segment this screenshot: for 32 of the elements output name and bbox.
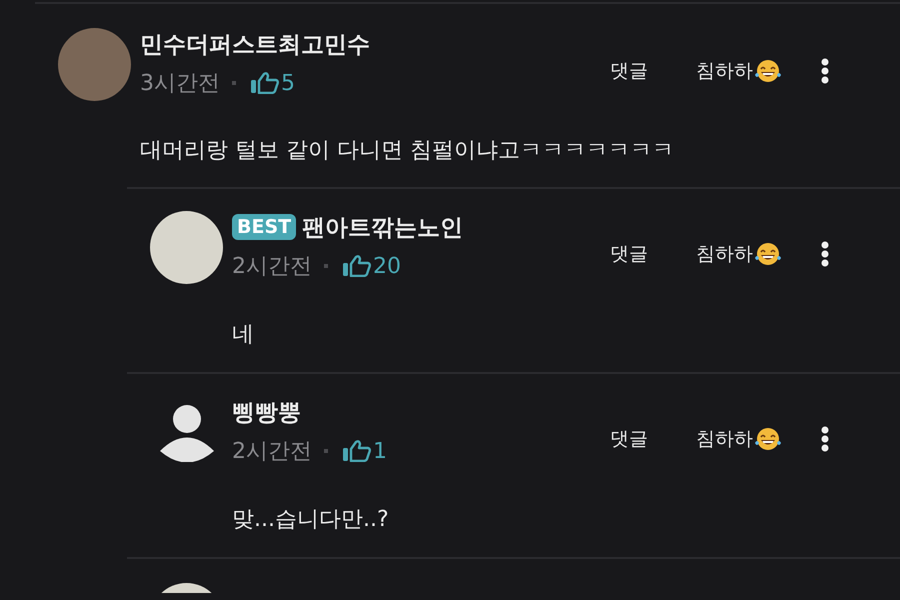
timestamp: 3시간전 [140,70,220,98]
thumbs-up-icon [342,255,372,277]
comment-text: 네 [232,320,254,348]
reply-button[interactable]: 댓글 [610,58,648,84]
reaction-button[interactable]: 침하하 [696,426,782,452]
comment-text: 맞...습니다만..? [232,506,389,534]
laughing-tears-emoji-icon [754,58,782,84]
laughing-tears-emoji-icon [754,426,782,452]
reaction-button[interactable]: 침하하 [696,241,782,267]
reply-button[interactable]: 댓글 [610,426,648,452]
reaction-button[interactable]: 침하하 [696,58,782,84]
like-button[interactable]: 5 [250,70,295,96]
like-button[interactable]: 1 [342,438,387,464]
author-name: 삥빵뿡 [232,398,301,428]
timestamp: 2시간전 [232,438,312,466]
comment-text: 대머리랑 털보 같이 다니면 침펄이냐고ㅋㅋㅋㅋㅋㅋㅋ [140,136,674,164]
more-vertical-icon [821,58,829,84]
user-silhouette-icon [160,404,214,462]
author-name: 팬아트깎는노인 [302,214,464,242]
more-options-button[interactable] [821,426,829,452]
thumbs-up-icon [342,440,372,462]
reply-button[interactable]: 댓글 [610,241,648,267]
more-vertical-icon [821,426,829,452]
more-options-button[interactable] [821,241,829,267]
more-options-button[interactable] [821,58,829,84]
like-button[interactable]: 20 [342,254,401,278]
timestamp: 2시간전 [232,253,312,281]
laughing-tears-emoji-icon [754,241,782,267]
more-vertical-icon [821,241,829,267]
best-badge: BEST [232,214,296,240]
thumbs-up-icon [250,72,280,94]
author-name: 민수더퍼스트최고민수 [140,30,370,60]
